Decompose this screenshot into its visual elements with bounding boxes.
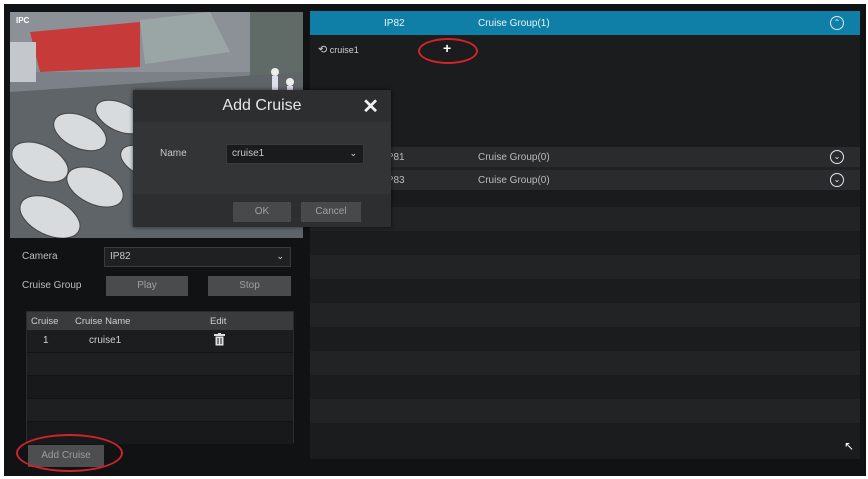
close-icon[interactable]: ✕ [362,94,379,119]
dialog-body: Name cruise1 ⌄ [133,122,391,194]
cruise-name-select[interactable]: cruise1 ⌄ [226,144,364,164]
column-header-edit: Edit [210,316,227,327]
cruise-index: 1 [43,335,49,346]
cruise-group-row-ip81[interactable]: IP81 Cruise Group(0) ⌄ [310,147,860,167]
name-label: Name [160,148,187,159]
camera-label: Camera [22,251,58,262]
camera-select[interactable]: IP82 ⌄ [104,247,291,267]
group-camera: IP82 [384,18,405,29]
trash-icon[interactable] [214,333,225,349]
cruise-table-header: Cruise Cruise Name Edit [27,312,293,330]
table-row-empty [27,353,293,376]
add-cruise-dialog: Add Cruise ✕ Name cruise1 ⌄ OK Cancel [133,90,391,227]
group-name: Cruise Group(0) [478,175,550,186]
table-row[interactable]: 1 cruise1 [27,330,293,353]
group-name: Cruise Group(0) [478,152,550,163]
highlight-add-cruise-button [16,434,123,472]
stop-button[interactable]: Stop [208,276,291,296]
refresh-icon: ⟲ [318,44,328,56]
mouse-cursor-icon: ↖ [844,439,855,453]
camera-name-overlay: IPC [16,16,30,25]
chevron-down-icon: ⌄ [276,251,284,261]
expand-icon[interactable]: ⌄ [830,150,844,164]
cruise-item-name: cruise1 [329,45,359,55]
column-header-cruise-name: Cruise Name [75,316,131,327]
dialog-footer: OK Cancel [133,194,391,227]
highlight-add-icon [418,38,478,64]
play-button[interactable]: Play [106,276,188,296]
collapse-icon[interactable]: ⌃ [830,16,844,30]
chevron-down-icon: ⌄ [349,148,357,158]
table-row-empty [27,399,293,422]
dialog-title: Add Cruise [133,90,391,122]
cruise-name-value: cruise1 [232,148,265,159]
group-name: Cruise Group(1) [478,18,550,29]
cruise-table: Cruise Cruise Name Edit 1 cruise1 [26,311,294,445]
cancel-button[interactable]: Cancel [301,202,361,222]
cruise-group-panel: IP82 Cruise Group(1) ⌃ ⟲ cruise1 + IP81 … [310,11,860,459]
column-header-cruise: Cruise [31,316,59,327]
cruise-name: cruise1 [89,335,122,346]
ok-button[interactable]: OK [233,202,291,222]
expand-icon[interactable]: ⌄ [830,173,844,187]
cruise-group-row-ip83[interactable]: IP83 Cruise Group(0) ⌄ [310,170,860,190]
table-row-empty [27,376,293,399]
cruise-group-row-ip82[interactable]: IP82 Cruise Group(1) ⌃ [310,11,860,35]
camera-select-value: IP82 [110,251,131,262]
cruise-item[interactable]: ⟲ cruise1 [318,43,359,56]
cruise-group-label: Cruise Group [22,280,82,291]
